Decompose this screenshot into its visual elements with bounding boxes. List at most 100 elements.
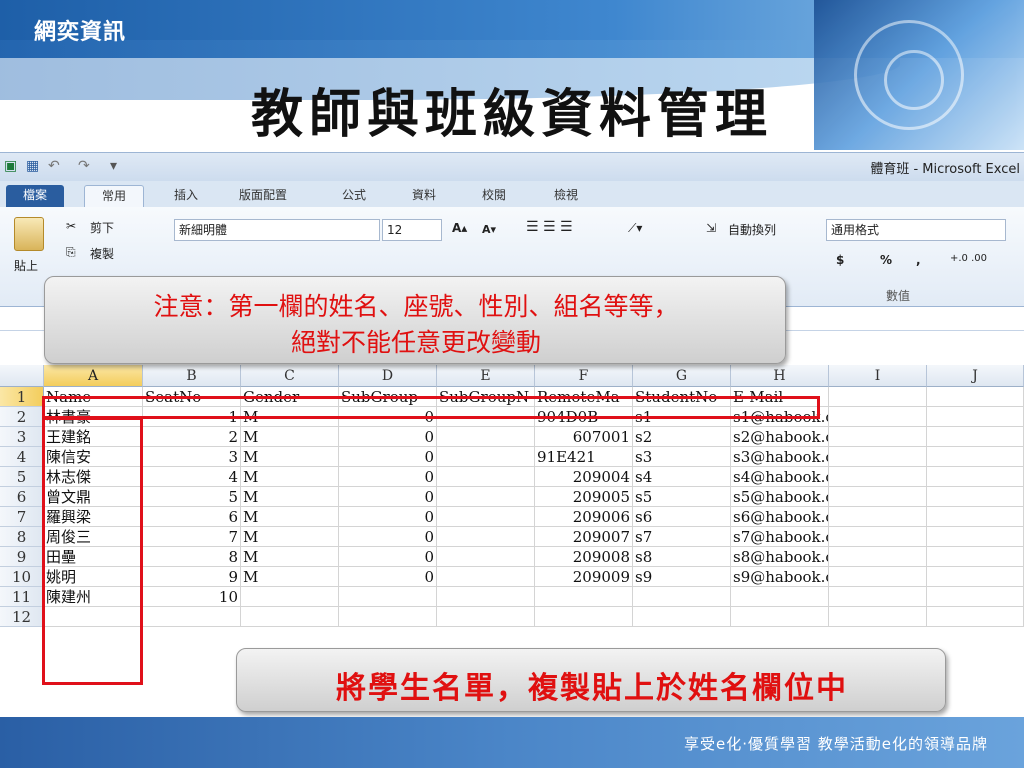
empty-cell[interactable] [829,487,927,507]
empty-cell[interactable] [829,407,927,427]
currency-button[interactable]: $ [836,253,844,267]
tab-file[interactable]: 檔案 [6,185,64,207]
empty-cell[interactable] [927,447,1024,467]
column-header-a[interactable]: A [44,365,143,387]
tab-insert[interactable]: 插入 [160,185,212,207]
subgroupname-cell[interactable] [437,527,535,547]
empty-cell[interactable] [829,427,927,447]
empty-cell[interactable] [829,587,927,607]
gender-cell[interactable] [241,587,339,607]
empty-cell[interactable] [927,587,1024,607]
empty-cell[interactable] [829,387,927,407]
empty-cell[interactable] [927,507,1024,527]
empty-cell[interactable] [927,527,1024,547]
remote-cell[interactable]: 607001 [535,427,633,447]
number-format-select[interactable]: 通用格式 [826,219,1006,241]
row-header[interactable]: 4 [0,447,44,467]
empty-cell[interactable] [829,447,927,467]
copy-label[interactable]: 複製 [90,245,114,262]
column-header-h[interactable]: H [731,365,829,387]
tab-view[interactable]: 檢視 [544,185,588,207]
gender-cell[interactable]: M [241,487,339,507]
row-header[interactable]: 12 [0,607,44,627]
email-cell[interactable] [731,587,829,607]
empty-cell[interactable] [731,607,829,627]
seatno-cell[interactable]: 9 [143,567,241,587]
row-header[interactable]: 10 [0,567,44,587]
select-all-corner[interactable] [0,365,44,387]
studentno-cell[interactable]: s4 [633,467,731,487]
studentno-cell[interactable]: s9 [633,567,731,587]
gender-cell[interactable]: M [241,567,339,587]
email-cell[interactable]: s9@habook.com.tw [731,567,829,587]
empty-cell[interactable] [829,607,927,627]
seatno-cell[interactable]: 3 [143,447,241,467]
seatno-cell[interactable]: 5 [143,487,241,507]
subgroup-cell[interactable] [339,587,437,607]
empty-cell[interactable] [829,467,927,487]
empty-cell[interactable] [829,527,927,547]
subgroupname-cell[interactable] [437,487,535,507]
empty-cell[interactable] [927,387,1024,407]
increase-decimal-button[interactable]: +.0 .00 [950,253,987,264]
paste-label[interactable]: 貼上 [14,257,38,274]
empty-cell[interactable] [437,607,535,627]
orientation-icon[interactable]: ⟋▾ [628,221,642,236]
remote-cell[interactable] [535,587,633,607]
subgroup-cell[interactable]: 0 [339,527,437,547]
wrap-text-label[interactable]: 自動換列 [728,221,776,238]
subgroupname-cell[interactable] [437,547,535,567]
row-header[interactable]: 3 [0,427,44,447]
subgroupname-cell[interactable] [437,467,535,487]
email-cell[interactable]: s4@habook.com.tw [731,467,829,487]
row-header[interactable]: 1 [0,387,44,407]
email-cell[interactable]: s7@habook.com.tw [731,527,829,547]
comma-button[interactable]: , [916,253,921,267]
subgroup-cell[interactable]: 0 [339,487,437,507]
seatno-cell[interactable]: 6 [143,507,241,527]
copy-icon[interactable]: ⎘ [66,245,76,260]
row-header[interactable]: 11 [0,587,44,607]
subgroupname-cell[interactable] [437,447,535,467]
seatno-cell[interactable]: 2 [143,427,241,447]
scissors-icon[interactable]: ✂ [66,219,76,233]
studentno-cell[interactable]: s2 [633,427,731,447]
studentno-cell[interactable]: s5 [633,487,731,507]
empty-cell[interactable] [829,567,927,587]
row-header[interactable]: 8 [0,527,44,547]
tab-data[interactable]: 資料 [402,185,446,207]
empty-cell[interactable] [927,467,1024,487]
studentno-cell[interactable]: s8 [633,547,731,567]
subgroupname-cell[interactable] [437,587,535,607]
tab-formulas[interactable]: 公式 [332,185,376,207]
remote-cell[interactable]: 209008 [535,547,633,567]
studentno-cell[interactable]: s3 [633,447,731,467]
empty-cell[interactable] [927,547,1024,567]
remote-cell[interactable]: 209005 [535,487,633,507]
column-header-j[interactable]: J [927,365,1024,387]
empty-cell[interactable] [927,567,1024,587]
align-icons[interactable]: ☰ ☰ ☰ [526,219,606,241]
redo-icon[interactable]: ↷ [78,158,90,174]
empty-cell[interactable] [829,547,927,567]
empty-cell[interactable] [927,427,1024,447]
row-header[interactable]: 2 [0,407,44,427]
subgroupname-cell[interactable] [437,507,535,527]
seatno-cell[interactable]: 4 [143,467,241,487]
seatno-cell[interactable]: 7 [143,527,241,547]
tab-review[interactable]: 校閱 [472,185,516,207]
seatno-cell[interactable]: 10 [143,587,241,607]
email-cell[interactable]: s6@habook.com.tw [731,507,829,527]
cut-label[interactable]: 剪下 [90,219,114,236]
studentno-cell[interactable] [633,587,731,607]
subgroupname-cell[interactable] [437,567,535,587]
gender-cell[interactable]: M [241,527,339,547]
empty-cell[interactable] [535,607,633,627]
empty-cell[interactable] [339,607,437,627]
subgroup-cell[interactable]: 0 [339,427,437,447]
remote-cell[interactable]: 209007 [535,527,633,547]
remote-cell[interactable]: 209004 [535,467,633,487]
font-name-select[interactable]: 新細明體 [174,219,380,241]
remote-cell[interactable]: 209006 [535,507,633,527]
shrink-font-icon[interactable]: A▾ [482,223,496,236]
